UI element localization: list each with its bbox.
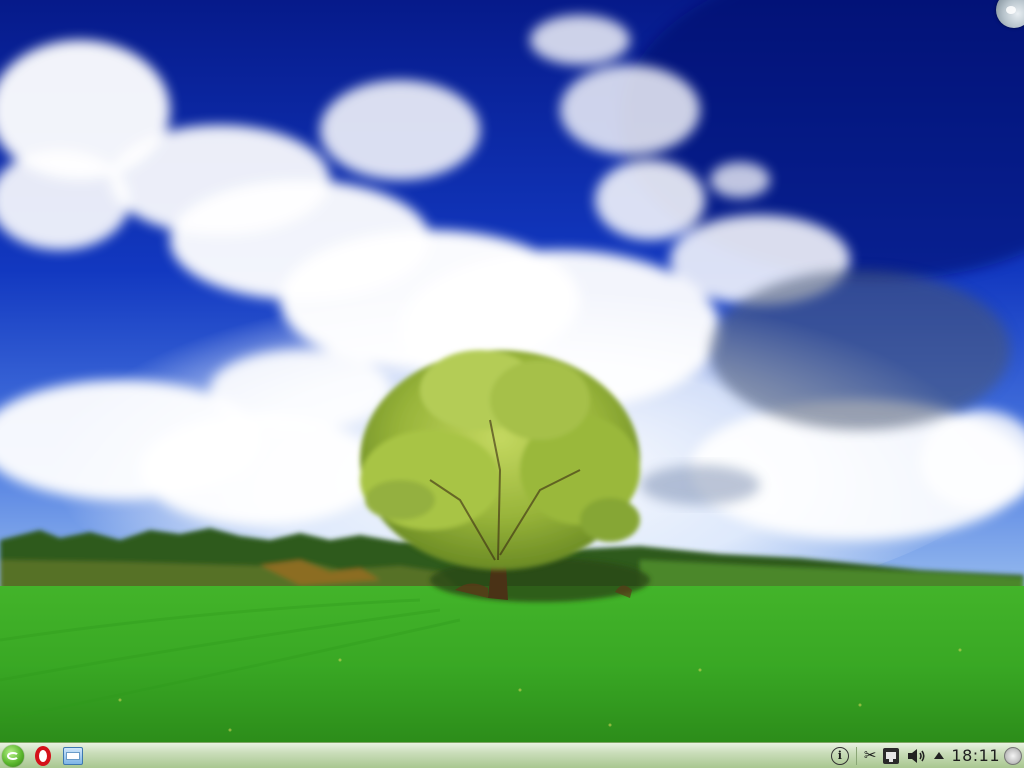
taskbar-panel: i ✂ 18:11 xyxy=(0,742,1024,768)
volume-icon[interactable] xyxy=(906,745,928,767)
opera-browser-button[interactable] xyxy=(32,745,54,767)
application-launcher-icon xyxy=(7,751,19,760)
network-icon[interactable] xyxy=(882,745,900,767)
opera-browser-icon xyxy=(35,745,51,766)
system-tray: i ✂ 18:11 xyxy=(828,743,1024,768)
volume-icon-graphic xyxy=(908,748,925,763)
show-hidden-icons-icon xyxy=(934,752,945,759)
panel-toolbox-icon[interactable] xyxy=(1004,746,1022,765)
clock[interactable]: 18:11 xyxy=(951,746,1000,765)
show-hidden-icons-button[interactable] xyxy=(934,745,945,767)
file-manager-icon xyxy=(63,746,83,765)
wallpaper xyxy=(0,0,1024,744)
network-icon-graphic xyxy=(883,747,900,764)
scissors-icon[interactable]: ✂ xyxy=(864,745,877,767)
file-manager-button[interactable] xyxy=(62,745,84,767)
application-launcher-button[interactable] xyxy=(2,744,24,767)
info-icon[interactable]: i xyxy=(830,746,849,765)
tray-separator xyxy=(855,746,857,765)
desktop[interactable]: i ✂ 18:11 xyxy=(0,0,1024,768)
